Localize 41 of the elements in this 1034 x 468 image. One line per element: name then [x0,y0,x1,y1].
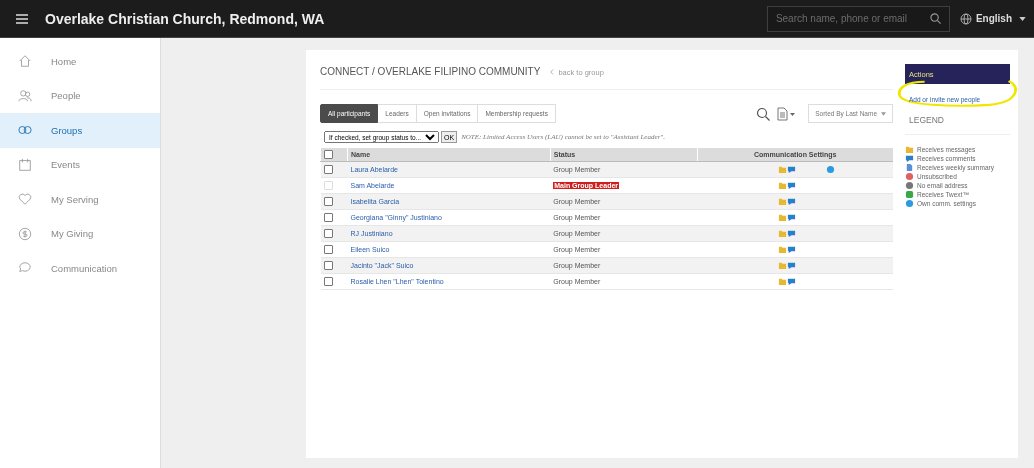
caret-icon [1019,16,1026,21]
row-checkbox[interactable] [323,229,333,238]
row-checkbox[interactable] [323,197,333,206]
row-checkbox[interactable] [323,261,333,270]
app-title: Overlake Christian Church, Redmond, WA [45,10,325,27]
search-field[interactable]: Search name, phone or email [766,5,950,32]
globe-icon [959,12,972,25]
nav-item[interactable]: My Giving [0,216,160,251]
select-all-checkbox[interactable] [324,150,333,159]
row-checkbox[interactable] [323,213,333,222]
nav-item[interactable]: Communication [0,251,160,286]
nav-item[interactable]: Groups [0,113,160,148]
chevron-icon [550,69,555,75]
message-icon [905,145,914,154]
search-icon[interactable] [929,12,941,24]
page-title: CONNECT / OVERLAKE FILIPINO COMMUNITY [320,66,541,77]
house-icon [18,54,32,69]
circle-icon [905,199,914,208]
circle-icon [826,165,835,174]
dollar-icon [18,226,32,241]
row-checkbox[interactable] [323,277,333,286]
document-icon [905,163,914,172]
heart-icon [18,192,32,207]
search-icon[interactable] [756,106,771,121]
circle-icon [905,181,914,190]
circle-icon [905,172,914,181]
nav-item[interactable]: Home [0,44,160,79]
calendar-icon [18,157,32,172]
document-dropdown-icon[interactable] [776,106,797,121]
caret-icon [881,112,886,116]
nav-item[interactable]: My Serving [0,182,160,217]
legend-title: LEGEND [905,112,1010,135]
people-icon [18,88,32,103]
nav-item[interactable]: Events [0,147,160,182]
square-icon [905,190,914,199]
row-checkbox[interactable] [323,165,333,174]
language-button[interactable]: English [959,12,1026,25]
speech-bubble-icon [905,154,914,163]
nav-item[interactable]: People [0,78,160,113]
menu-icon[interactable] [16,13,28,24]
row-checkbox[interactable] [323,245,333,254]
